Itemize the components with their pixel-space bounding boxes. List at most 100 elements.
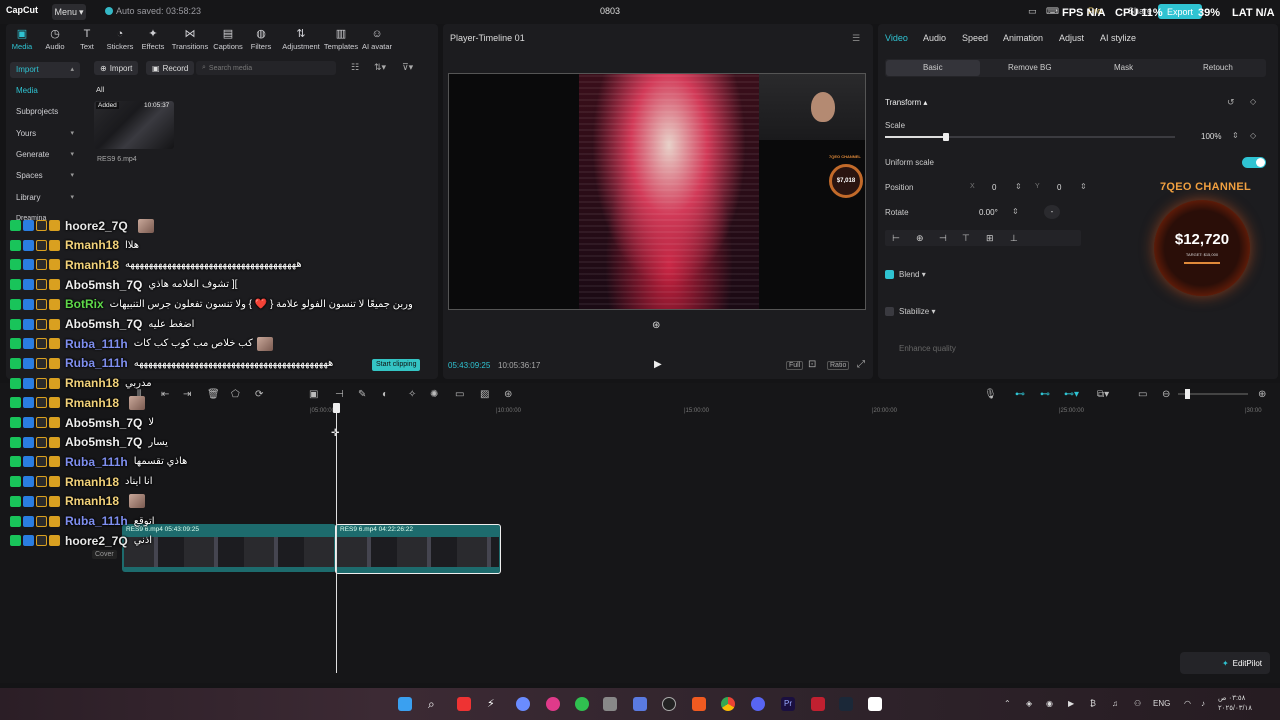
import-button[interactable]: ⊕ Import	[94, 61, 139, 75]
shortcuts-icon[interactable]: ⌨	[1046, 6, 1059, 17]
ratio-button[interactable]: Ratio	[827, 361, 850, 370]
app-grey-icon[interactable]	[603, 697, 617, 711]
clock-time[interactable]: ٠٣:٥٨ ص	[1218, 694, 1245, 702]
split-right-icon[interactable]: ⇥	[183, 389, 191, 400]
sidebar-item-import[interactable]: Import ▴	[10, 62, 80, 78]
mask-icon[interactable]: ◐	[382, 389, 388, 400]
brave-icon[interactable]	[692, 697, 706, 711]
subtab-remove-bg[interactable]: Remove BG	[1008, 63, 1052, 72]
freeze-icon[interactable]: ⊣	[335, 389, 344, 400]
marker-icon[interactable]: ⬠	[231, 389, 240, 400]
tab-adjust[interactable]: Adjust	[1059, 33, 1084, 43]
scale-stepper-icon[interactable]: ⇕	[1232, 131, 1239, 140]
speed-icon[interactable]: ⊛	[504, 389, 512, 400]
tray-play-icon[interactable]: ▶	[1068, 699, 1074, 708]
keyframe-icon[interactable]: ◇	[1250, 97, 1256, 106]
tray-app-icon[interactable]: ⚇	[1134, 699, 1141, 708]
volume-icon[interactable]: ♪	[1201, 699, 1205, 708]
pos-x-stepper-icon[interactable]: ⇕	[1015, 182, 1022, 191]
sidebar-item-library[interactable]: Library ▾	[10, 190, 80, 206]
search-input[interactable]: ⌕ Search media	[196, 61, 336, 75]
app-pink-icon[interactable]	[546, 697, 560, 711]
align-top-icon[interactable]: ⊤	[962, 233, 970, 244]
filter-icon[interactable]: ⊽▾	[402, 62, 413, 73]
premiere-icon[interactable]: Pr	[781, 697, 795, 711]
align-right-icon[interactable]: ⊣	[939, 233, 947, 244]
toolbar-ai-avatar[interactable]: ☺ AI avatar	[358, 28, 396, 51]
editpilot-button[interactable]: ✦ EditPilot	[1180, 652, 1270, 674]
blend-label[interactable]: Blend ▾	[899, 270, 926, 279]
align-left-icon[interactable]: ⊢	[892, 233, 900, 244]
clock-date[interactable]: ٢٠٢٥/٠٣/١٨	[1218, 704, 1252, 712]
ai-icon[interactable]: ✧	[408, 389, 416, 400]
rotate-stepper-icon[interactable]: ⇕	[1012, 207, 1019, 216]
preview-axis-icon[interactable]: ⊷▾	[1064, 389, 1079, 400]
playhead-handle[interactable]	[333, 403, 340, 413]
app-blue-icon[interactable]	[633, 697, 647, 711]
zoom-in-icon[interactable]: ⊕	[1258, 389, 1266, 400]
rotate-input[interactable]: 0.00°	[979, 208, 998, 217]
subtab-mask[interactable]: Mask	[1114, 63, 1133, 72]
sidebar-item-generate[interactable]: Generate ▾	[10, 147, 80, 163]
toolbar-transitions[interactable]: ⋈ Transitions	[170, 28, 210, 51]
align-center-icon[interactable]: ⊕	[916, 233, 924, 244]
edit-icon[interactable]: ▣	[309, 389, 318, 400]
blend-checkbox[interactable]	[885, 270, 894, 279]
delete-icon[interactable]: 🗑	[207, 389, 220, 400]
stabilize-label[interactable]: Stabilize ▾	[899, 307, 936, 316]
chrome-icon[interactable]	[721, 697, 735, 711]
sidebar-item-spaces[interactable]: Spaces ▾	[10, 168, 80, 184]
zoom-slider-handle[interactable]	[1185, 389, 1190, 399]
tab-animation[interactable]: Animation	[1003, 33, 1043, 43]
capcut-taskbar-icon[interactable]	[868, 697, 882, 711]
snap-icon[interactable]: ⊷	[1040, 389, 1050, 400]
align-bottom-icon[interactable]: ⊥	[1010, 233, 1018, 244]
transform-header[interactable]: Transform ▴	[885, 98, 927, 107]
app-red-icon[interactable]	[457, 697, 471, 711]
split-left-icon[interactable]: ⇤	[161, 389, 169, 400]
subtab-basic[interactable]: Basic	[923, 63, 943, 72]
export-button[interactable]: Export	[1158, 4, 1202, 19]
cover-button[interactable]: Cover	[92, 550, 117, 559]
record-button[interactable]: ▣ Record	[146, 61, 195, 75]
scale-value[interactable]: 100%	[1201, 132, 1221, 141]
steam-icon[interactable]	[839, 697, 853, 711]
pos-y-stepper-icon[interactable]: ⇕	[1080, 182, 1087, 191]
settings-icon[interactable]	[516, 697, 530, 711]
zoom-out-icon[interactable]: ⊖	[1162, 389, 1170, 400]
toolbar-templates[interactable]: ▥ Templates	[321, 28, 361, 51]
tab-audio[interactable]: Audio	[923, 33, 946, 43]
tray-app-icon[interactable]: ◈	[1026, 699, 1032, 708]
sidebar-item-yours[interactable]: Yours ▾	[10, 126, 80, 142]
playhead[interactable]	[336, 405, 337, 673]
pos-y-input[interactable]: 0	[1057, 183, 1061, 192]
magic-icon[interactable]: ✺	[430, 389, 438, 400]
menu-button[interactable]: Menu ▾	[52, 4, 86, 20]
image-icon[interactable]: ▨	[480, 389, 489, 400]
tray-app-icon[interactable]: ♫	[1112, 699, 1118, 708]
snapshot-icon[interactable]: ⊛	[652, 320, 660, 331]
rotate-dial[interactable]: -	[1044, 205, 1060, 219]
windows-start-icon[interactable]	[398, 697, 412, 711]
zoom-icon[interactable]: ⊡	[808, 359, 816, 370]
microphone-icon[interactable]: 🎙	[984, 389, 997, 400]
sidebar-item-media[interactable]: Media	[10, 83, 80, 99]
toolbar-effects[interactable]: ✦ Effects	[133, 28, 173, 51]
wifi-icon[interactable]: ◠	[1184, 699, 1191, 708]
pen-icon[interactable]: ✎	[358, 389, 366, 400]
discord-icon[interactable]	[751, 697, 765, 711]
fullscreen-icon[interactable]: ⤢	[857, 359, 865, 370]
toolbar-filters[interactable]: ◍ Filters	[241, 28, 281, 51]
stabilize-checkbox[interactable]	[885, 307, 894, 316]
subtab-retouch[interactable]: Retouch	[1203, 63, 1233, 72]
tab-speed[interactable]: Speed	[962, 33, 988, 43]
pos-x-input[interactable]: 0	[992, 183, 996, 192]
tray-app-icon[interactable]: ◉	[1046, 699, 1053, 708]
transition-icon[interactable]: ⧉▾	[1097, 389, 1109, 400]
uniform-scale-toggle[interactable]	[1242, 157, 1266, 168]
link-icon[interactable]: ⊷	[1015, 389, 1025, 400]
subtitle-icon[interactable]: ▭	[1138, 389, 1147, 400]
tab-ai-stylize[interactable]: AI stylize	[1100, 33, 1136, 43]
filter-all[interactable]: All	[96, 85, 104, 94]
view-toggle-icon[interactable]: ☷	[351, 62, 359, 73]
